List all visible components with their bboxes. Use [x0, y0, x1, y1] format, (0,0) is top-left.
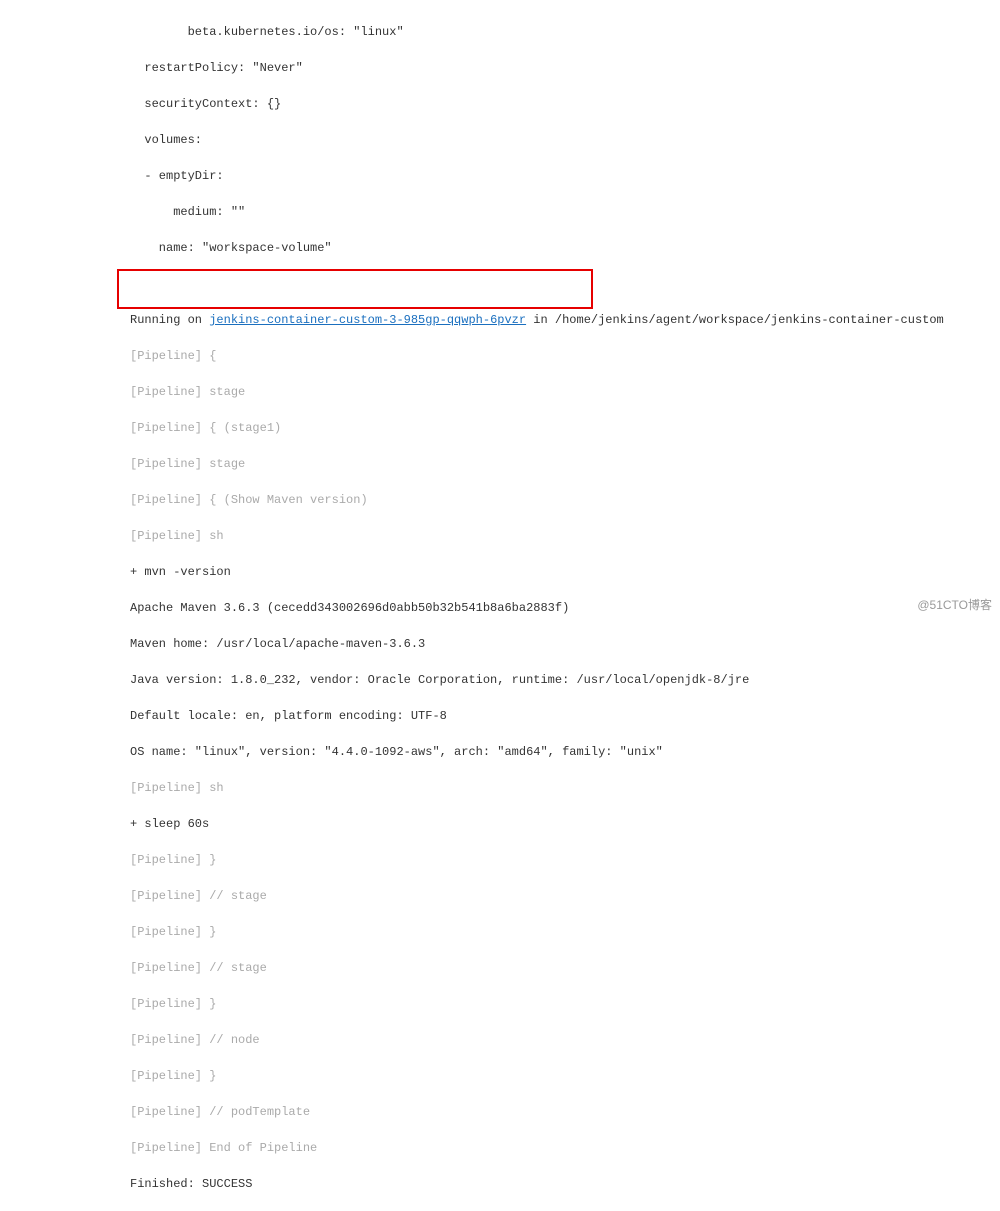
- config-line: beta.kubernetes.io/os: "linux": [130, 23, 1000, 41]
- pipeline-line: [Pipeline] sh: [130, 527, 1000, 545]
- config-line: medium: "": [130, 203, 1000, 221]
- output-line: OS name: "linux", version: "4.4.0-1092-a…: [130, 743, 1000, 761]
- console-output: beta.kubernetes.io/os: "linux" restartPo…: [0, 0, 1000, 1211]
- agent-link[interactable]: jenkins-container-custom-3-985gp-qqwph-6…: [209, 313, 526, 327]
- pipeline-line: [Pipeline] { (stage1): [130, 419, 1000, 437]
- finished-line: Finished: SUCCESS: [130, 1175, 1000, 1193]
- config-line: securityContext: {}: [130, 95, 1000, 113]
- config-line: - emptyDir:: [130, 167, 1000, 185]
- pipeline-line: [Pipeline] // stage: [130, 887, 1000, 905]
- running-line: Running on jenkins-container-custom-3-98…: [130, 311, 1000, 329]
- output-line: Apache Maven 3.6.3 (cecedd343002696d0abb…: [130, 599, 1000, 617]
- pipeline-line: [Pipeline] }: [130, 1067, 1000, 1085]
- pipeline-line: [Pipeline] }: [130, 995, 1000, 1013]
- pipeline-line: [Pipeline] }: [130, 923, 1000, 941]
- pipeline-line: [Pipeline] stage: [130, 383, 1000, 401]
- pipeline-line: [Pipeline] stage: [130, 455, 1000, 473]
- command-line: + mvn -version: [130, 563, 1000, 581]
- pipeline-line: [Pipeline] { (Show Maven version): [130, 491, 1000, 509]
- pipeline-line: [Pipeline] }: [130, 851, 1000, 869]
- pipeline-line: [Pipeline] // stage: [130, 959, 1000, 977]
- config-line: restartPolicy: "Never": [130, 59, 1000, 77]
- running-prefix: Running on: [130, 313, 209, 327]
- blank-line: [130, 275, 1000, 293]
- config-line: volumes:: [130, 131, 1000, 149]
- command-line: + sleep 60s: [130, 815, 1000, 833]
- pipeline-line: [Pipeline] // node: [130, 1031, 1000, 1049]
- running-suffix: in /home/jenkins/agent/workspace/jenkins…: [526, 313, 944, 327]
- watermark: @51CTO博客: [917, 596, 992, 613]
- output-line: Java version: 1.8.0_232, vendor: Oracle …: [130, 671, 1000, 689]
- pipeline-line: [Pipeline] // podTemplate: [130, 1103, 1000, 1121]
- output-line: Default locale: en, platform encoding: U…: [130, 707, 1000, 725]
- config-line: name: "workspace-volume": [130, 239, 1000, 257]
- pipeline-line: [Pipeline] {: [130, 347, 1000, 365]
- pipeline-line: [Pipeline] End of Pipeline: [130, 1139, 1000, 1157]
- pipeline-line: [Pipeline] sh: [130, 779, 1000, 797]
- output-line: Maven home: /usr/local/apache-maven-3.6.…: [130, 635, 1000, 653]
